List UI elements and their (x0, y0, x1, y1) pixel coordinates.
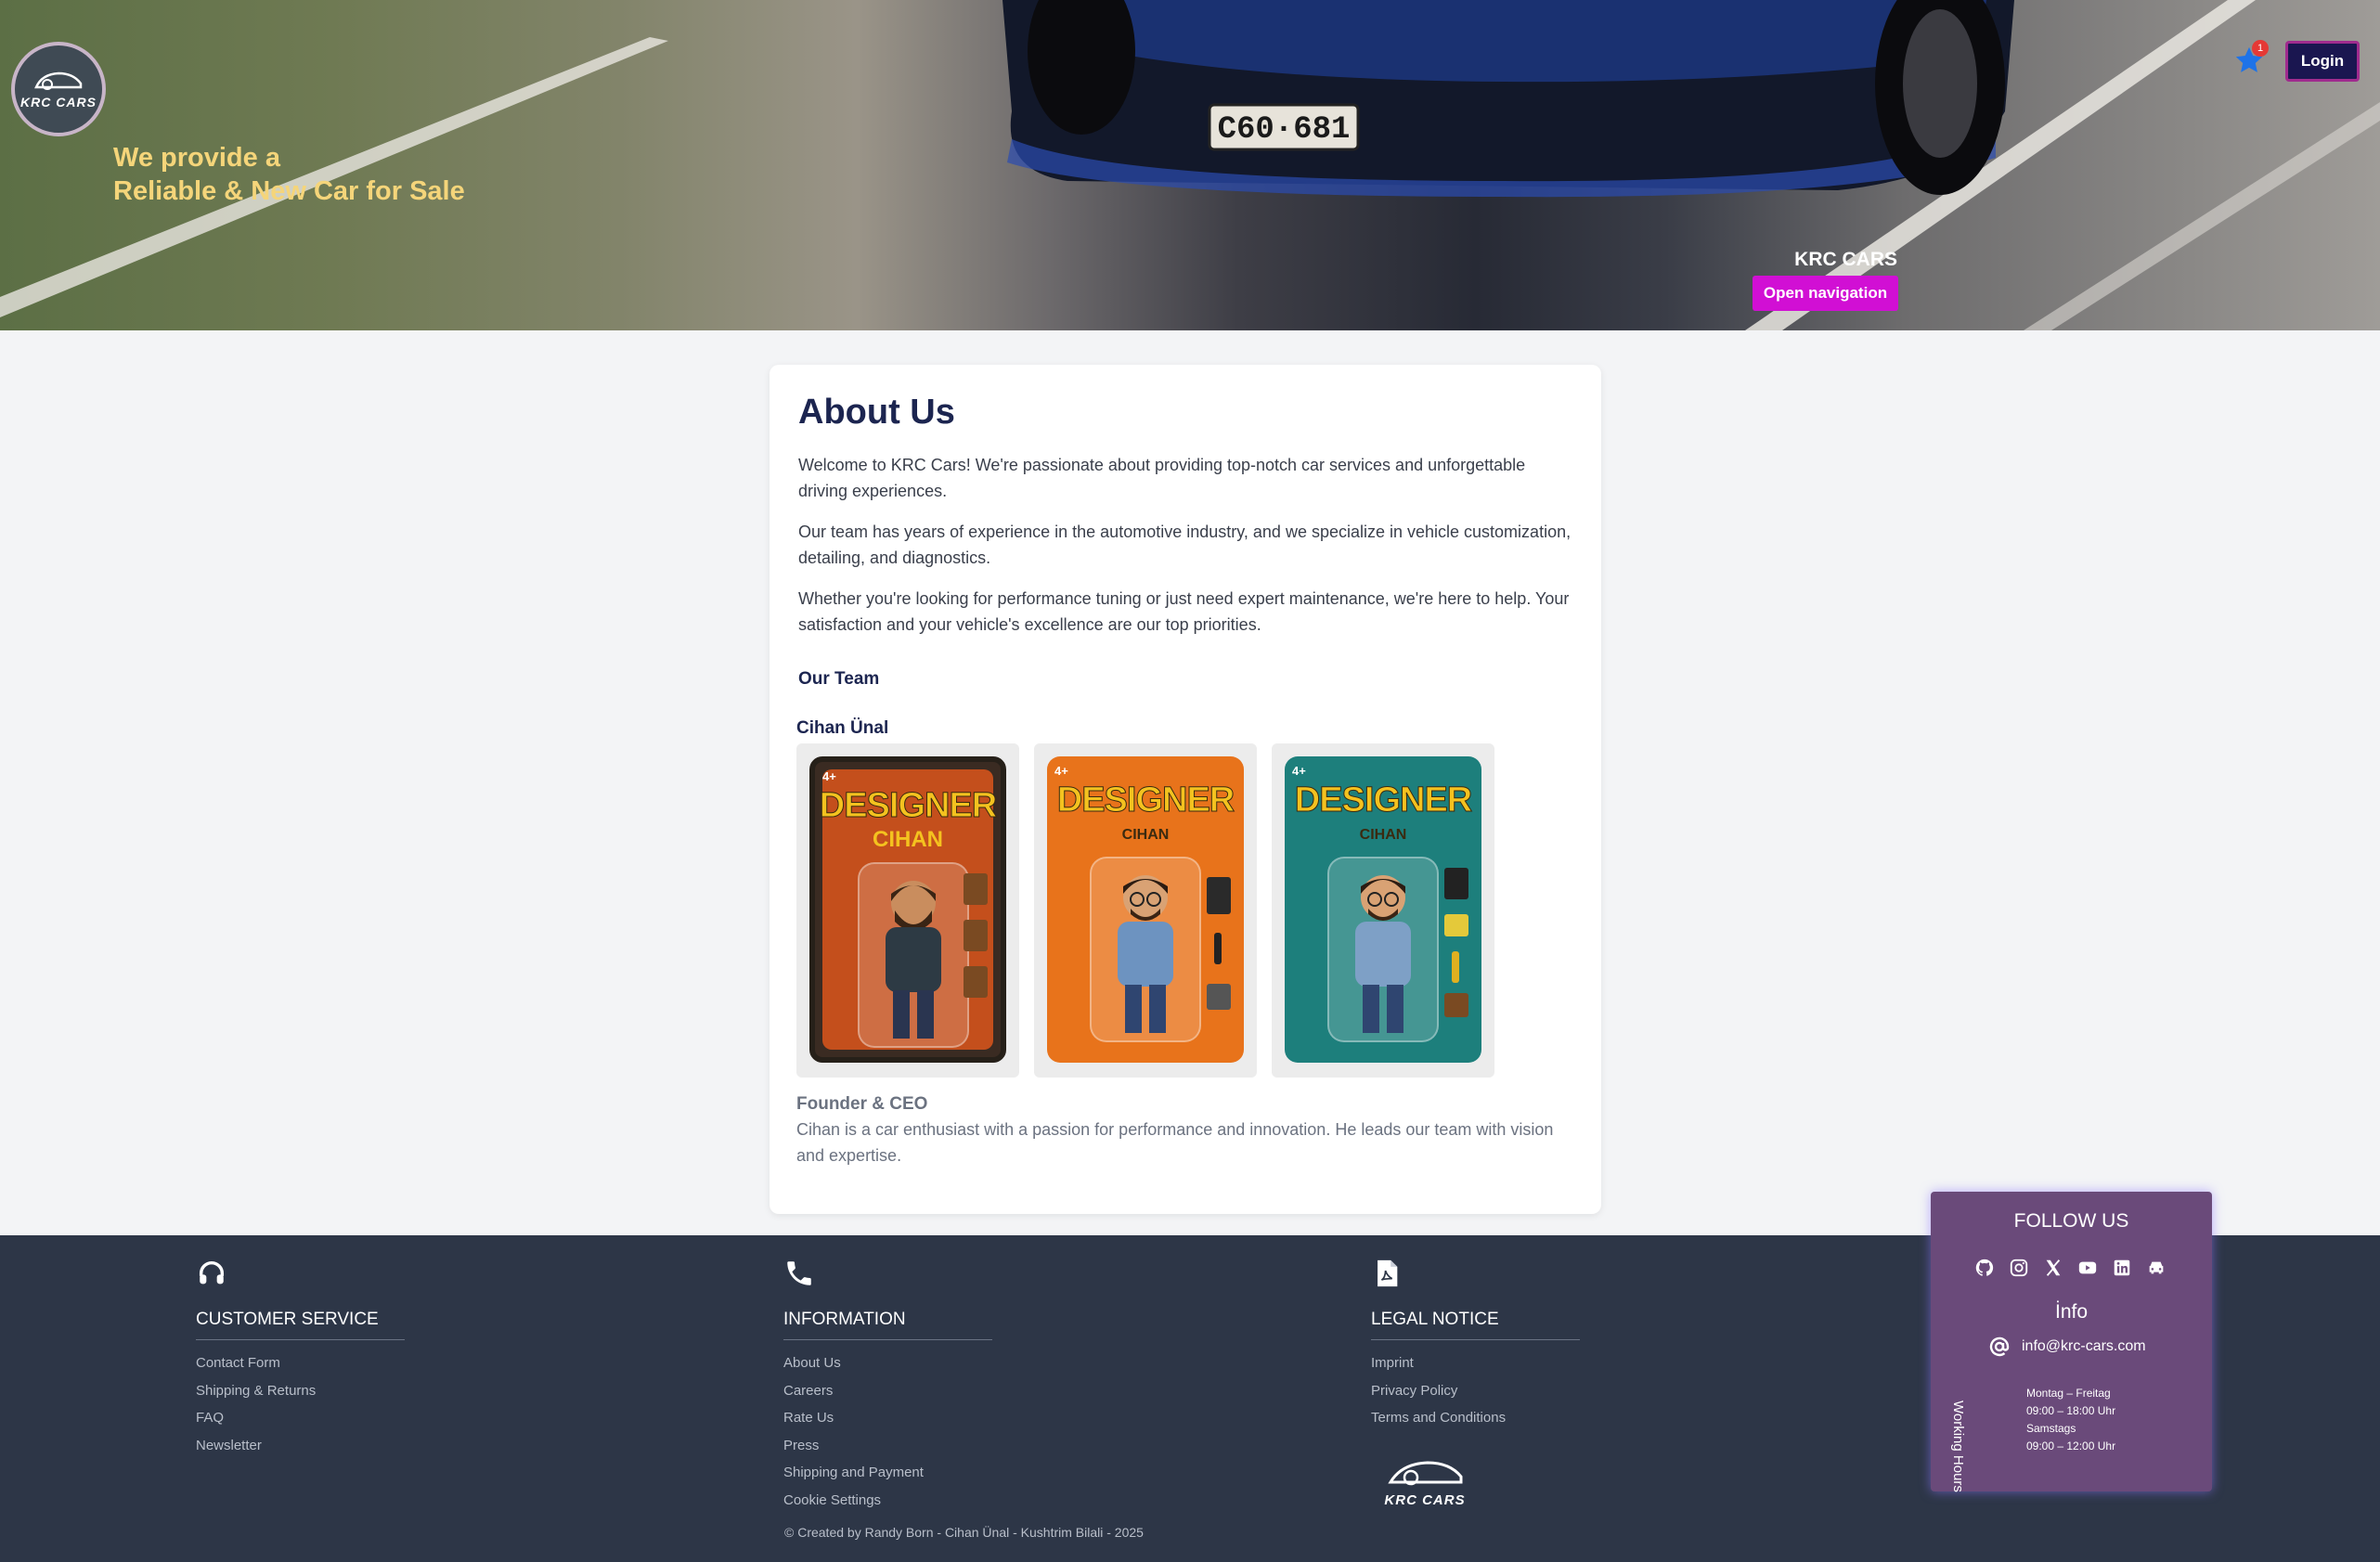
footer-logo[interactable]: KRC CARS (1383, 1458, 1467, 1509)
footer-link-faq[interactable]: FAQ (196, 1404, 405, 1432)
footer-logo-text: KRC CARS (1384, 1492, 1466, 1508)
footer-link-rate-us[interactable]: Rate Us (783, 1404, 992, 1432)
login-button[interactable]: Login (2285, 41, 2360, 82)
social-links (1973, 1257, 2167, 1279)
footer-heading: CUSTOMER SERVICE (196, 1310, 405, 1340)
logo-text: KRC CARS (20, 95, 97, 110)
headset-icon (199, 1261, 225, 1284)
member-role: Founder & CEO (796, 1094, 928, 1114)
phone-icon (787, 1261, 811, 1285)
working-hours-label: Working Hours (1950, 1401, 1966, 1492)
member-bio: Cihan is a car enthusiast with a passion… (796, 1120, 1554, 1165)
working-hours: Montag – Freitag 09:00 – 18:00 Uhr Samst… (2026, 1387, 2116, 1452)
footer-link-contact-form[interactable]: Contact Form (196, 1349, 405, 1377)
linkedin-icon[interactable] (2111, 1257, 2133, 1279)
member-photo-gallery: 4+ DESIGNER CIHAN 4+ DESIGNER CIHAN 4+ D… (796, 743, 1494, 1078)
figure-person (886, 881, 941, 1039)
footer-link-imprint[interactable]: Imprint (1371, 1349, 1580, 1377)
footer-legal: LEGAL NOTICE Imprint Privacy Policy Term… (1371, 1258, 1580, 1432)
action-figure-image[interactable]: 4+ DESIGNER CIHAN (1034, 743, 1257, 1078)
instagram-icon[interactable] (2008, 1257, 2030, 1279)
about-paragraph: Whether you're looking for performance t… (798, 589, 1570, 634)
info-heading: İnfo (2054, 1301, 2089, 1323)
car-logo-icon (34, 71, 83, 90)
car-logo-icon (1388, 1461, 1463, 1486)
footer-heading: LEGAL NOTICE (1371, 1310, 1580, 1340)
footer-link-about-us[interactable]: About Us (783, 1349, 992, 1377)
tagline-line-1: We provide a (113, 143, 280, 173)
copyright: © Created by Randy Born - Cihan Ünal - K… (784, 1525, 1144, 1540)
footer-information: INFORMATION About Us Careers Rate Us Pre… (783, 1258, 992, 1515)
x-icon[interactable] (2042, 1257, 2064, 1279)
about-paragraph: Our team has years of experience in the … (798, 523, 1572, 567)
pdf-file-icon (1378, 1259, 1398, 1287)
follow-us-title: FOLLOW US (2013, 1210, 2129, 1232)
hero-tagline: We provide a Reliable & New Car for Sale (113, 141, 465, 208)
github-icon[interactable] (1973, 1257, 1996, 1279)
at-sign-icon (1989, 1336, 2010, 1357)
hero-banner: C60·681 KRC CARS We provide a Reliable &… (0, 0, 2380, 330)
footer-link-newsletter[interactable]: Newsletter (196, 1432, 405, 1460)
follow-us-panel: FOLLOW US İnfo info@krc-cars.com Working… (1931, 1192, 2212, 1492)
member-name: Cihan Ünal (796, 718, 889, 738)
tagline-line-2: Reliable & New Car for Sale (113, 176, 465, 206)
footer-link-careers[interactable]: Careers (783, 1377, 992, 1405)
footer-link-privacy-policy[interactable]: Privacy Policy (1371, 1377, 1580, 1405)
email-text: info@krc-cars.com (2022, 1338, 2146, 1354)
car-icon[interactable] (2145, 1257, 2167, 1279)
footer-heading: INFORMATION (783, 1310, 992, 1340)
team-heading: Our Team (798, 669, 880, 689)
open-navigation-button[interactable]: Open navigation (1753, 276, 1898, 311)
site-logo[interactable]: KRC CARS (11, 42, 106, 136)
page-title: About Us (798, 393, 955, 432)
action-figure-image[interactable]: 4+ DESIGNER CIHAN (796, 743, 1019, 1078)
figure-person (1355, 875, 1411, 1033)
footer-customer-service: CUSTOMER SERVICE Contact Form Shipping &… (196, 1258, 405, 1459)
figure-person (1118, 875, 1173, 1033)
favorites-count-badge: 1 (2252, 40, 2269, 57)
about-paragraph: Welcome to KRC Cars! We're passionate ab… (798, 456, 1526, 500)
youtube-icon[interactable] (2076, 1257, 2099, 1279)
footer-link-shipping-payment[interactable]: Shipping and Payment (783, 1459, 992, 1487)
brand-label: KRC CARS (1794, 249, 1897, 270)
email-link[interactable]: info@krc-cars.com (1988, 1336, 2146, 1358)
about-card: About Us Welcome to KRC Cars! We're pass… (770, 365, 1601, 1214)
action-figure-image[interactable]: 4+ DESIGNER CIHAN (1272, 743, 1494, 1078)
license-plate: C60·681 (1218, 112, 1351, 148)
favorites-button[interactable]: 1 (2233, 40, 2269, 76)
footer-link-press[interactable]: Press (783, 1432, 992, 1460)
footer-link-terms[interactable]: Terms and Conditions (1371, 1404, 1580, 1432)
footer-link-cookie-settings[interactable]: Cookie Settings (783, 1487, 992, 1515)
footer-link-shipping-returns[interactable]: Shipping & Returns (196, 1377, 405, 1405)
